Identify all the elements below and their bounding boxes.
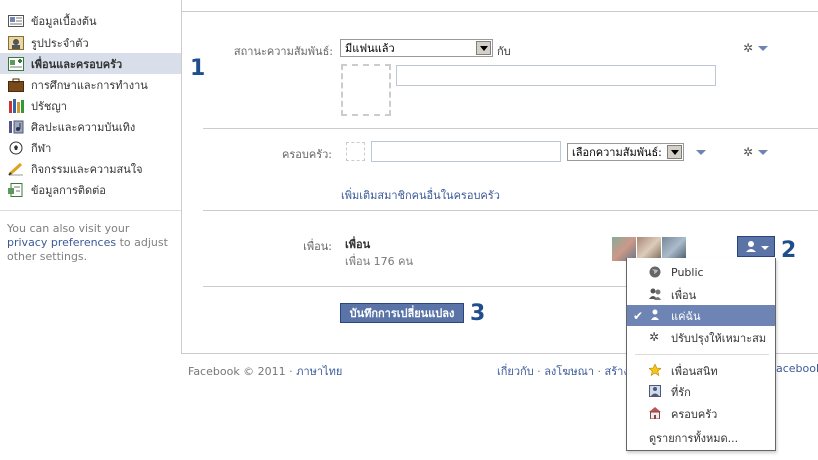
footer-right: acebook	[776, 362, 818, 375]
section-divider	[203, 210, 818, 211]
sidebar-item-activities-interests[interactable]: กิจกรรมและความสนใจ	[0, 158, 181, 179]
copyright: Facebook © 2011	[188, 365, 286, 378]
profile-picture-icon	[8, 35, 24, 50]
info-card-icon	[8, 14, 24, 28]
about-link[interactable]: เกี่ยวกับ	[497, 365, 534, 378]
family-relation-select[interactable]: เลือกความสัมพันธ์:	[567, 143, 684, 161]
sidebar-item-label: ข้อมูลเบื้องต้น	[31, 14, 97, 28]
friends-count: เพื่อน 176 คน	[345, 255, 414, 268]
privacy-note: You can also visit your privacy preferen…	[7, 222, 168, 263]
gear-icon: ✲	[649, 330, 660, 344]
check-icon: ✔	[633, 308, 644, 323]
sidebar-item-label: ข้อมูลการติดต่อ	[31, 183, 106, 197]
briefcase-icon	[8, 78, 24, 92]
facebook-link[interactable]: acebook	[776, 362, 818, 375]
sidebar-item-label: กิจกรรมและความสนใจ	[31, 162, 143, 176]
marker-number-2: 2	[781, 238, 797, 263]
relationship-privacy-caret-icon[interactable]	[758, 46, 768, 51]
language-link[interactable]: ภาษาไทย	[296, 365, 342, 378]
partner-photo-placeholder	[341, 64, 391, 116]
music-icon	[8, 120, 24, 134]
sidebar-item-philosophy[interactable]: ปรัชญา	[0, 95, 181, 116]
gear-icon[interactable]: ✲	[743, 145, 753, 159]
menu-divider	[635, 354, 769, 355]
footer-links: เกี่ยวกับ · ลงโฆษณา · สร้างเ	[497, 365, 633, 378]
privacy-option-family[interactable]: ครอบครัว	[627, 403, 775, 424]
gear-icon[interactable]: ✲	[743, 41, 753, 55]
family-caret-icon[interactable]	[696, 150, 706, 155]
relationship-select[interactable]: มีแฟนแล้ว	[340, 39, 493, 57]
marker-number-3: 3	[470, 301, 486, 326]
friends-privacy-button[interactable]	[737, 236, 775, 257]
section-divider	[203, 286, 626, 287]
sidebar-item-sports[interactable]: กีฬา	[0, 137, 181, 158]
advertising-link[interactable]: ลงโฆษณา	[544, 365, 594, 378]
privacy-preferences-link[interactable]: privacy preferences	[7, 236, 116, 249]
friends-title: เพื่อน	[345, 238, 371, 251]
section-divider	[203, 128, 818, 129]
settings-sidebar: ข้อมูลเบื้องต้น รูปประจำตัว เพื่อนและครอ…	[0, 0, 181, 460]
add-family-member-link[interactable]: เพิ่มเติมสมาชิกคนอื่นในครอบครัว	[341, 186, 500, 204]
sidebar-item-contact-info[interactable]: ข้อมูลการติดต่อ	[0, 179, 181, 200]
star-icon	[649, 364, 661, 376]
family-photo-placeholder	[346, 142, 365, 161]
footer-left: Facebook © 2011 · ภาษาไทย	[188, 365, 343, 378]
privacy-option-close-friends[interactable]: เพื่อนสนิท	[627, 360, 775, 381]
books-icon	[8, 98, 24, 113]
privacy-option-custom[interactable]: ✲ ปรับปรุงให้เหมาะสม	[627, 327, 775, 348]
relationship-label: สถานะความสัมพันธ์:	[233, 45, 333, 58]
sidebar-divider	[0, 210, 181, 211]
sidebar-item-arts-entertainment[interactable]: ศิลปะและความบันเทิง	[0, 116, 181, 137]
family-member-input[interactable]	[371, 141, 561, 162]
person-icon	[651, 309, 659, 320]
person-icon	[746, 241, 769, 252]
partner-name-input[interactable]	[396, 65, 716, 86]
privacy-option-only-me[interactable]: ✔ แค่ฉัน	[627, 305, 775, 326]
sidebar-item-friends-family[interactable]: เพื่อนและครอบครัว	[0, 53, 181, 74]
see-all-lists-link[interactable]: ดูรายการทั้งหมด...	[649, 429, 738, 447]
partner-icon	[649, 385, 661, 397]
sidebar-item-basic-info[interactable]: ข้อมูลเบื้องต้น	[0, 10, 181, 31]
chevron-down-icon	[476, 41, 491, 55]
sidebar-item-label: การศึกษาและการทำงาน	[31, 78, 148, 92]
house-icon	[649, 407, 661, 419]
family-label: ครอบครัว:	[281, 148, 332, 161]
contact-icon	[8, 182, 24, 197]
sidebar-item-label: เพื่อนและครอบครัว	[31, 57, 123, 71]
sidebar-item-profile-picture[interactable]: รูปประจำตัว	[0, 32, 181, 53]
pencil-icon	[8, 162, 24, 176]
privacy-option-partner[interactable]: ที่รัก	[627, 381, 775, 402]
with-label: กับ	[497, 45, 511, 58]
globe-icon	[649, 266, 661, 278]
sidebar-item-label: กีฬา	[31, 141, 52, 155]
privacy-option-friends[interactable]: เพื่อน	[627, 284, 775, 305]
soccer-ball-icon	[8, 141, 24, 155]
sidebar-item-label: ปรัชญา	[31, 99, 67, 113]
friends-label: เพื่อน:	[303, 240, 332, 253]
privacy-dropdown-menu: Public เพื่อน ✔ แค่ฉัน ✲ ปรับปรุงให้เหมา…	[626, 258, 776, 451]
friends-icon	[649, 288, 661, 300]
chevron-down-icon	[667, 145, 682, 159]
sidebar-item-label: รูปประจำตัว	[31, 36, 89, 50]
privacy-option-public[interactable]: Public	[627, 262, 775, 283]
top-divider	[182, 0, 818, 12]
friends-family-icon	[8, 56, 24, 71]
family-privacy-caret-icon[interactable]	[758, 150, 768, 155]
save-changes-button[interactable]: บันทึกการเปลี่ยนแปลง	[340, 303, 464, 323]
sidebar-item-label: ศิลปะและความบันเทิง	[31, 120, 136, 134]
sidebar-item-education-work[interactable]: การศึกษาและการทำงาน	[0, 74, 181, 95]
